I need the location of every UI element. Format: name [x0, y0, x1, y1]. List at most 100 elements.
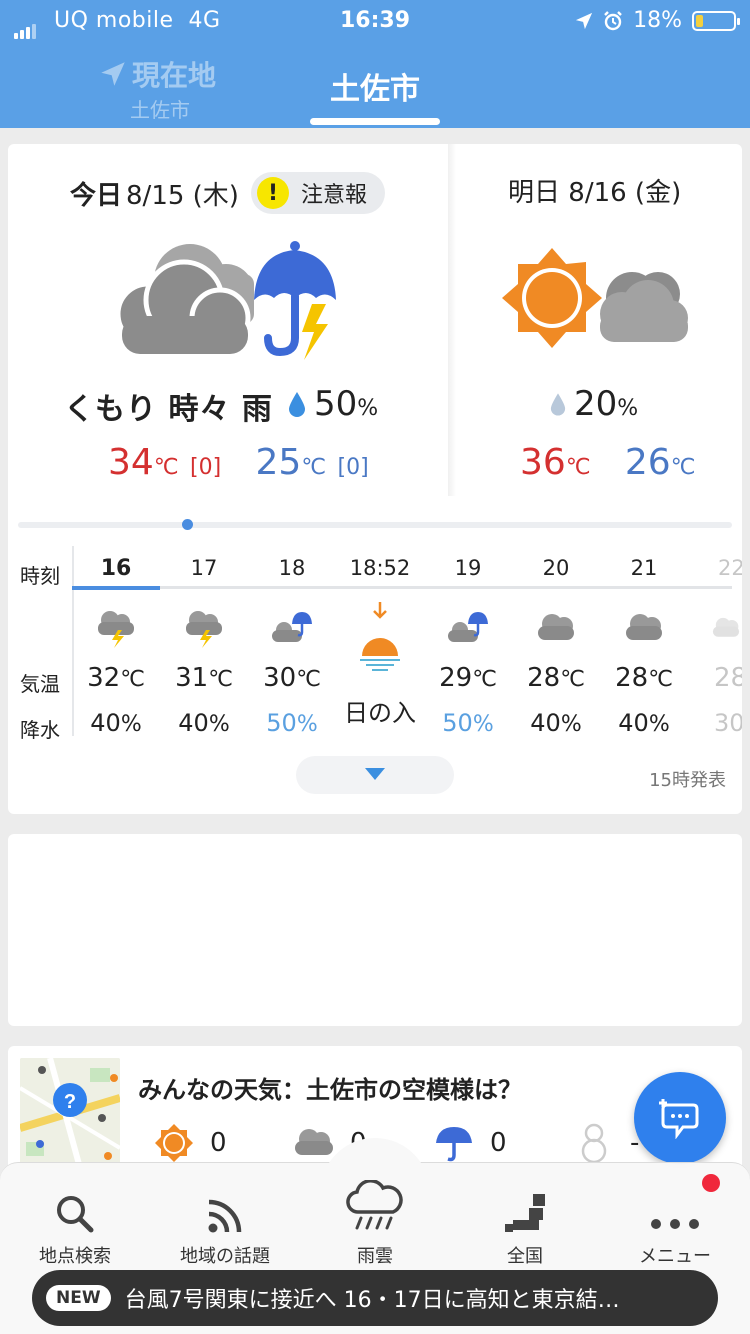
nav-search[interactable]: 地点検索	[0, 1178, 150, 1268]
hour-label: 21	[630, 556, 658, 580]
rain-count: 0	[490, 1128, 507, 1158]
cloud-umbrella-thunder-icon	[108, 234, 358, 368]
rss-icon	[150, 1178, 300, 1234]
hour-rain: 40%	[90, 709, 142, 737]
warning-icon: !	[256, 177, 289, 209]
cloud-icon	[512, 600, 600, 656]
tomorrow-rain-chance: 20%	[550, 384, 638, 424]
nav-rain-cloud[interactable]: 雨雲	[300, 1178, 450, 1268]
community-weather-counts: 0 0 0 -	[144, 1122, 704, 1164]
community-weather-title: みんなの天気：土佐市の空模様は？	[138, 1076, 522, 1104]
tomorrow-header: 明日 8/16 (金)	[508, 172, 681, 209]
today-rain-chance: 50%	[288, 384, 378, 424]
japan-map-icon	[450, 1178, 600, 1234]
hour-column: 19 29℃ 50%	[424, 556, 512, 746]
tomorrow-date: 8/16 (金)	[568, 178, 682, 208]
today-header: 今日 8/15 (木) ! 注意報	[70, 172, 385, 214]
tomorrow-label: 明日	[508, 178, 561, 208]
expand-hourly-button[interactable]	[296, 756, 454, 794]
current-location-city: 土佐市	[130, 98, 190, 122]
app-header: UQ mobile 4G 16:39 18% 現在地 土佐市 土佐市	[0, 0, 750, 128]
cloud-icon	[688, 600, 742, 656]
notification-badge	[702, 1174, 720, 1192]
cloud-umbrella-icon	[424, 600, 512, 656]
map-thumbnail: ?	[20, 1058, 120, 1168]
hour-label: 16	[100, 556, 132, 581]
ad-placeholder	[8, 834, 742, 1026]
nav-search-label: 地点検索	[39, 1246, 111, 1267]
hourly-scroll-thumb[interactable]	[182, 519, 193, 530]
nav-topics[interactable]: 地域の話題	[150, 1178, 300, 1268]
hourly-scrollbar[interactable]	[18, 522, 732, 528]
hour-label: 19	[454, 556, 482, 580]
raindrop-icon	[289, 392, 305, 417]
search-icon	[0, 1178, 150, 1234]
hour-rain: 50%	[442, 709, 494, 737]
today-temps: 34℃ [0] 25℃ [0]	[108, 442, 369, 483]
hour-label: 22	[718, 556, 742, 580]
alarm-icon	[604, 10, 622, 30]
hour-rain: 40%	[178, 709, 230, 737]
issued-time: 15時発表	[649, 770, 726, 791]
row-label-time: 時刻	[20, 564, 60, 588]
nav-nationwide[interactable]: 全国	[450, 1178, 600, 1268]
today-date: 8/15 (木)	[126, 180, 239, 211]
today-high: 34℃ [0]	[108, 442, 222, 483]
cloud-icon	[600, 600, 688, 656]
cloud-umbrella-icon	[248, 600, 336, 656]
sunset-icon	[336, 590, 424, 682]
tomorrow-low: 26℃	[624, 442, 696, 483]
hour-label: 20	[542, 556, 570, 580]
nav-nationwide-label: 全国	[507, 1246, 543, 1267]
hour-rain: 30	[714, 709, 742, 737]
hour-rain: 50%	[266, 709, 318, 737]
nav-menu[interactable]: メニュー	[600, 1178, 750, 1268]
news-new-badge: NEW	[46, 1285, 111, 1311]
today-condition: くもり 時々 雨	[64, 392, 273, 427]
current-location-label: 現在地	[132, 59, 217, 92]
forecast-card: 今日 8/15 (木) ! 注意報 くもり 時々 雨 50% 34℃ [0] 2…	[8, 144, 742, 814]
hour-temp: 32℃	[87, 663, 145, 693]
sunset-column: 18:52 日の入	[336, 556, 424, 736]
tab-current-location[interactable]: 現在地 土佐市	[100, 54, 230, 123]
tomorrow-temps: 36℃ 26℃	[520, 442, 695, 483]
post-weather-button[interactable]	[634, 1072, 726, 1164]
location-arrow-icon	[575, 12, 593, 29]
battery-percent: 18%	[633, 8, 682, 33]
hour-column: 21 28℃ 40%	[600, 556, 688, 746]
news-banner[interactable]: NEW 台風7号関東に接近へ 16・17日に高知と東京結…	[32, 1270, 718, 1326]
tomorrow-high: 36℃	[520, 442, 591, 483]
location-arrow-icon	[101, 62, 125, 86]
tab-selected-city[interactable]: 土佐市	[310, 64, 440, 108]
today-low: 25℃ [0]	[255, 442, 369, 483]
sun-icon	[144, 1123, 204, 1163]
hour-label: 18	[278, 556, 306, 580]
hourly-forecast[interactable]: 時刻 気温 降水 16 32℃ 40% 17 31℃ 40% 18 30℃ 50…	[8, 546, 742, 746]
hour-temp: 28	[714, 663, 742, 693]
hour-column: 18 30℃ 50%	[248, 556, 336, 746]
sun-cloud-icon	[502, 244, 692, 358]
hour-temp: 28℃	[615, 663, 673, 693]
hour-temp: 28℃	[527, 663, 585, 693]
hour-column: 20 28℃ 40%	[512, 556, 600, 746]
sunset-label: 日の入	[344, 699, 416, 727]
cloud-thunder-icon	[72, 600, 160, 656]
row-label-rain: 降水	[20, 718, 60, 742]
nav-topics-label: 地域の話題	[180, 1246, 270, 1267]
battery-icon	[692, 10, 740, 31]
hour-column: 17 31℃ 40%	[160, 556, 248, 746]
sunny-count: 0	[210, 1128, 227, 1158]
hour-temp: 30℃	[263, 663, 321, 693]
hour-rain: 40%	[530, 709, 582, 737]
hour-column: 22 28 30	[688, 556, 742, 746]
alert-badge[interactable]: ! 注意報	[250, 172, 385, 214]
umbrella-icon	[424, 1123, 484, 1163]
rain-cloud-icon	[300, 1178, 450, 1234]
news-headline: 台風7号関東に接近へ 16・17日に高知と東京結…	[124, 1288, 620, 1313]
today-label: 今日	[70, 180, 123, 211]
raindrop-icon	[550, 393, 566, 416]
sunset-time: 18:52	[349, 556, 411, 580]
hour-label: 17	[190, 556, 218, 580]
chat-plus-icon	[659, 1099, 699, 1139]
cloud-thunder-icon	[160, 600, 248, 656]
